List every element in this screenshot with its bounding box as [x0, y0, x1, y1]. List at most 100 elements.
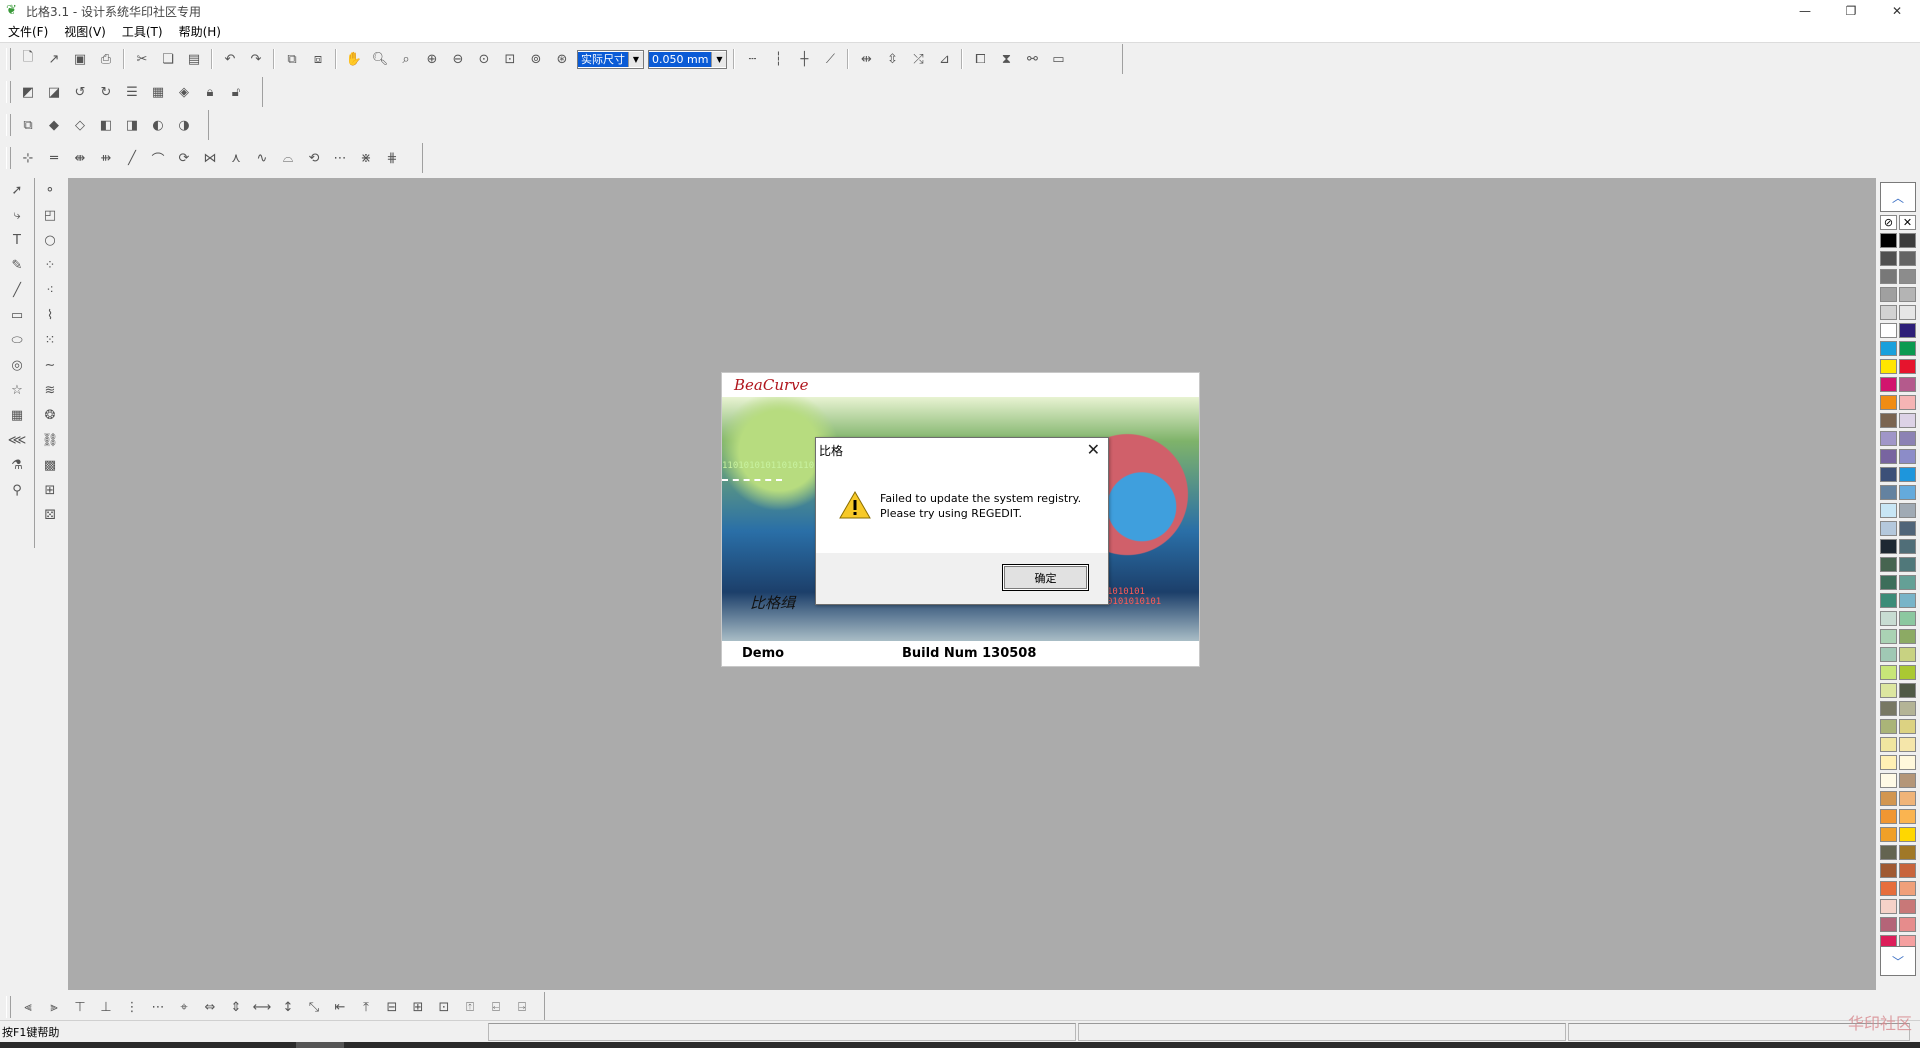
- color-swatch[interactable]: [1899, 863, 1916, 878]
- toolbar-grip[interactable]: [6, 147, 11, 169]
- ellipse-tool-icon[interactable]: ⬭: [5, 330, 29, 351]
- to-curve-icon[interactable]: ⌒: [146, 147, 170, 169]
- brush-tool-icon[interactable]: ⌇: [38, 305, 62, 326]
- stretch-node-icon[interactable]: ⋈: [198, 147, 222, 169]
- zoom-size-combo[interactable]: 实际尺寸 ▼: [577, 49, 644, 69]
- transform-icon[interactable]: ⤮: [906, 48, 930, 70]
- fill-tool-icon[interactable]: ⚗: [5, 455, 29, 476]
- color-swatch[interactable]: [1899, 665, 1916, 680]
- center-page-v-icon[interactable]: ⊞: [406, 996, 430, 1018]
- color-swatch[interactable]: [1880, 305, 1897, 320]
- color-swatch[interactable]: [1880, 485, 1897, 500]
- open-file-icon[interactable]: ↗: [42, 48, 66, 70]
- zoom-in-icon[interactable]: ⊕: [420, 48, 444, 70]
- minimize-button[interactable]: —: [1782, 0, 1828, 22]
- send-back-icon[interactable]: ◪: [42, 81, 66, 103]
- color-swatch[interactable]: [1899, 881, 1916, 896]
- palette-scroll-up-button[interactable]: ︿: [1880, 182, 1916, 212]
- pattern-tool-icon[interactable]: ⁘: [38, 255, 62, 276]
- toolbar-grip[interactable]: [6, 996, 11, 1018]
- close-icon[interactable]: ✕: [1087, 440, 1100, 459]
- zoom-fit-icon[interactable]: ⊙: [472, 48, 496, 70]
- ok-button[interactable]: 确定: [1002, 564, 1089, 591]
- color-swatch[interactable]: [1899, 287, 1916, 302]
- dialog-title-bar[interactable]: 比格 ✕: [816, 438, 1108, 462]
- to-line-icon[interactable]: ╱: [120, 147, 144, 169]
- color-swatch[interactable]: [1880, 323, 1897, 338]
- color-swatch[interactable]: [1880, 359, 1897, 374]
- color-swatch[interactable]: [1880, 611, 1897, 626]
- subtract-icon[interactable]: ◧: [94, 114, 118, 136]
- color-swatch[interactable]: [1880, 845, 1897, 860]
- color-swatch[interactable]: [1880, 377, 1897, 392]
- chain-tool-icon[interactable]: ⛓: [38, 430, 62, 451]
- square-tool-icon[interactable]: ◰: [38, 205, 62, 226]
- break-node-icon[interactable]: ⇻: [94, 147, 118, 169]
- color-swatch[interactable]: [1880, 863, 1897, 878]
- node-edit-tool-icon[interactable]: ⚬: [38, 180, 62, 201]
- align-right-icon[interactable]: ⫸: [42, 996, 66, 1018]
- intersect-icon[interactable]: ◇: [68, 114, 92, 136]
- color-swatch[interactable]: [1899, 899, 1916, 914]
- zoom-area-icon[interactable]: ⌕: [394, 48, 418, 70]
- lock-icon[interactable]: 🔒︎: [198, 81, 222, 103]
- no-stroke-swatch[interactable]: ✕: [1899, 215, 1916, 230]
- color-swatch[interactable]: [1899, 773, 1916, 788]
- zoom-page-icon[interactable]: ⊡: [498, 48, 522, 70]
- crosshair-guide-icon[interactable]: ┼: [792, 48, 816, 70]
- color-swatch[interactable]: [1899, 827, 1916, 842]
- pointer-tool-icon[interactable]: ➚: [5, 180, 29, 201]
- color-swatch[interactable]: [1899, 341, 1916, 356]
- color-swatch[interactable]: [1880, 233, 1897, 248]
- wave-tool-icon[interactable]: ∼: [38, 355, 62, 376]
- align-center-v-icon[interactable]: ⋯: [146, 996, 170, 1018]
- redo-icon[interactable]: ↷: [244, 48, 268, 70]
- unlock-icon[interactable]: 🔓︎: [224, 81, 248, 103]
- union-icon[interactable]: ◆: [42, 114, 66, 136]
- color-swatch[interactable]: [1899, 791, 1916, 806]
- rosette-tool-icon[interactable]: ❂: [38, 405, 62, 426]
- align-height-icon[interactable]: ⇳: [880, 48, 904, 70]
- multi-wave-tool-icon[interactable]: ≋: [38, 380, 62, 401]
- toolbar-grip[interactable]: [6, 81, 11, 103]
- color-swatch[interactable]: [1880, 413, 1897, 428]
- space-h-icon[interactable]: ⇤: [328, 996, 352, 1018]
- color-swatch[interactable]: [1899, 701, 1916, 716]
- color-swatch[interactable]: [1880, 881, 1897, 896]
- color-swatch[interactable]: [1899, 755, 1916, 770]
- color-swatch[interactable]: [1899, 431, 1916, 446]
- chevron-down-icon[interactable]: ▼: [628, 51, 643, 67]
- color-swatch[interactable]: [1880, 737, 1897, 752]
- color-swatch[interactable]: [1880, 251, 1897, 266]
- color-swatch[interactable]: [1880, 665, 1897, 680]
- star-tool-icon[interactable]: ☆: [5, 380, 29, 401]
- distribute-v-icon[interactable]: ⇕: [224, 996, 248, 1018]
- color-swatch[interactable]: [1899, 377, 1916, 392]
- color-swatch[interactable]: [1899, 467, 1916, 482]
- color-swatch[interactable]: [1899, 611, 1916, 626]
- color-swatch[interactable]: [1880, 791, 1897, 806]
- color-icon[interactable]: ◈: [172, 81, 196, 103]
- import-icon[interactable]: ⧉: [280, 48, 304, 70]
- color-swatch[interactable]: [1899, 485, 1916, 500]
- rotate-left-icon[interactable]: ↺: [68, 81, 92, 103]
- symmetric-node-icon[interactable]: ⌓: [276, 147, 300, 169]
- pen-tool-icon[interactable]: ✎: [5, 255, 29, 276]
- zoom-selection-icon[interactable]: ⊚: [524, 48, 548, 70]
- line-tool-icon[interactable]: ╱: [5, 280, 29, 301]
- color-swatch[interactable]: [1899, 359, 1916, 374]
- color-swatch[interactable]: [1899, 521, 1916, 536]
- align-center-icon[interactable]: ⌖: [172, 996, 196, 1018]
- zoom-out-icon[interactable]: ⊖: [446, 48, 470, 70]
- grid-tool-icon[interactable]: ⊞: [38, 480, 62, 501]
- color-swatch[interactable]: [1899, 557, 1916, 572]
- horizontal-guide-icon[interactable]: ┄: [740, 48, 764, 70]
- palette-scroll-down-button[interactable]: ﹀: [1880, 946, 1916, 976]
- print-icon[interactable]: ⎙: [94, 48, 118, 70]
- menu-file[interactable]: 文件(F): [0, 22, 56, 42]
- menu-tools[interactable]: 工具(T): [114, 22, 171, 42]
- cut-icon[interactable]: ✂: [130, 48, 154, 70]
- color-swatch[interactable]: [1899, 395, 1916, 410]
- color-swatch[interactable]: [1880, 449, 1897, 464]
- cusp-node-icon[interactable]: ⋏: [224, 147, 248, 169]
